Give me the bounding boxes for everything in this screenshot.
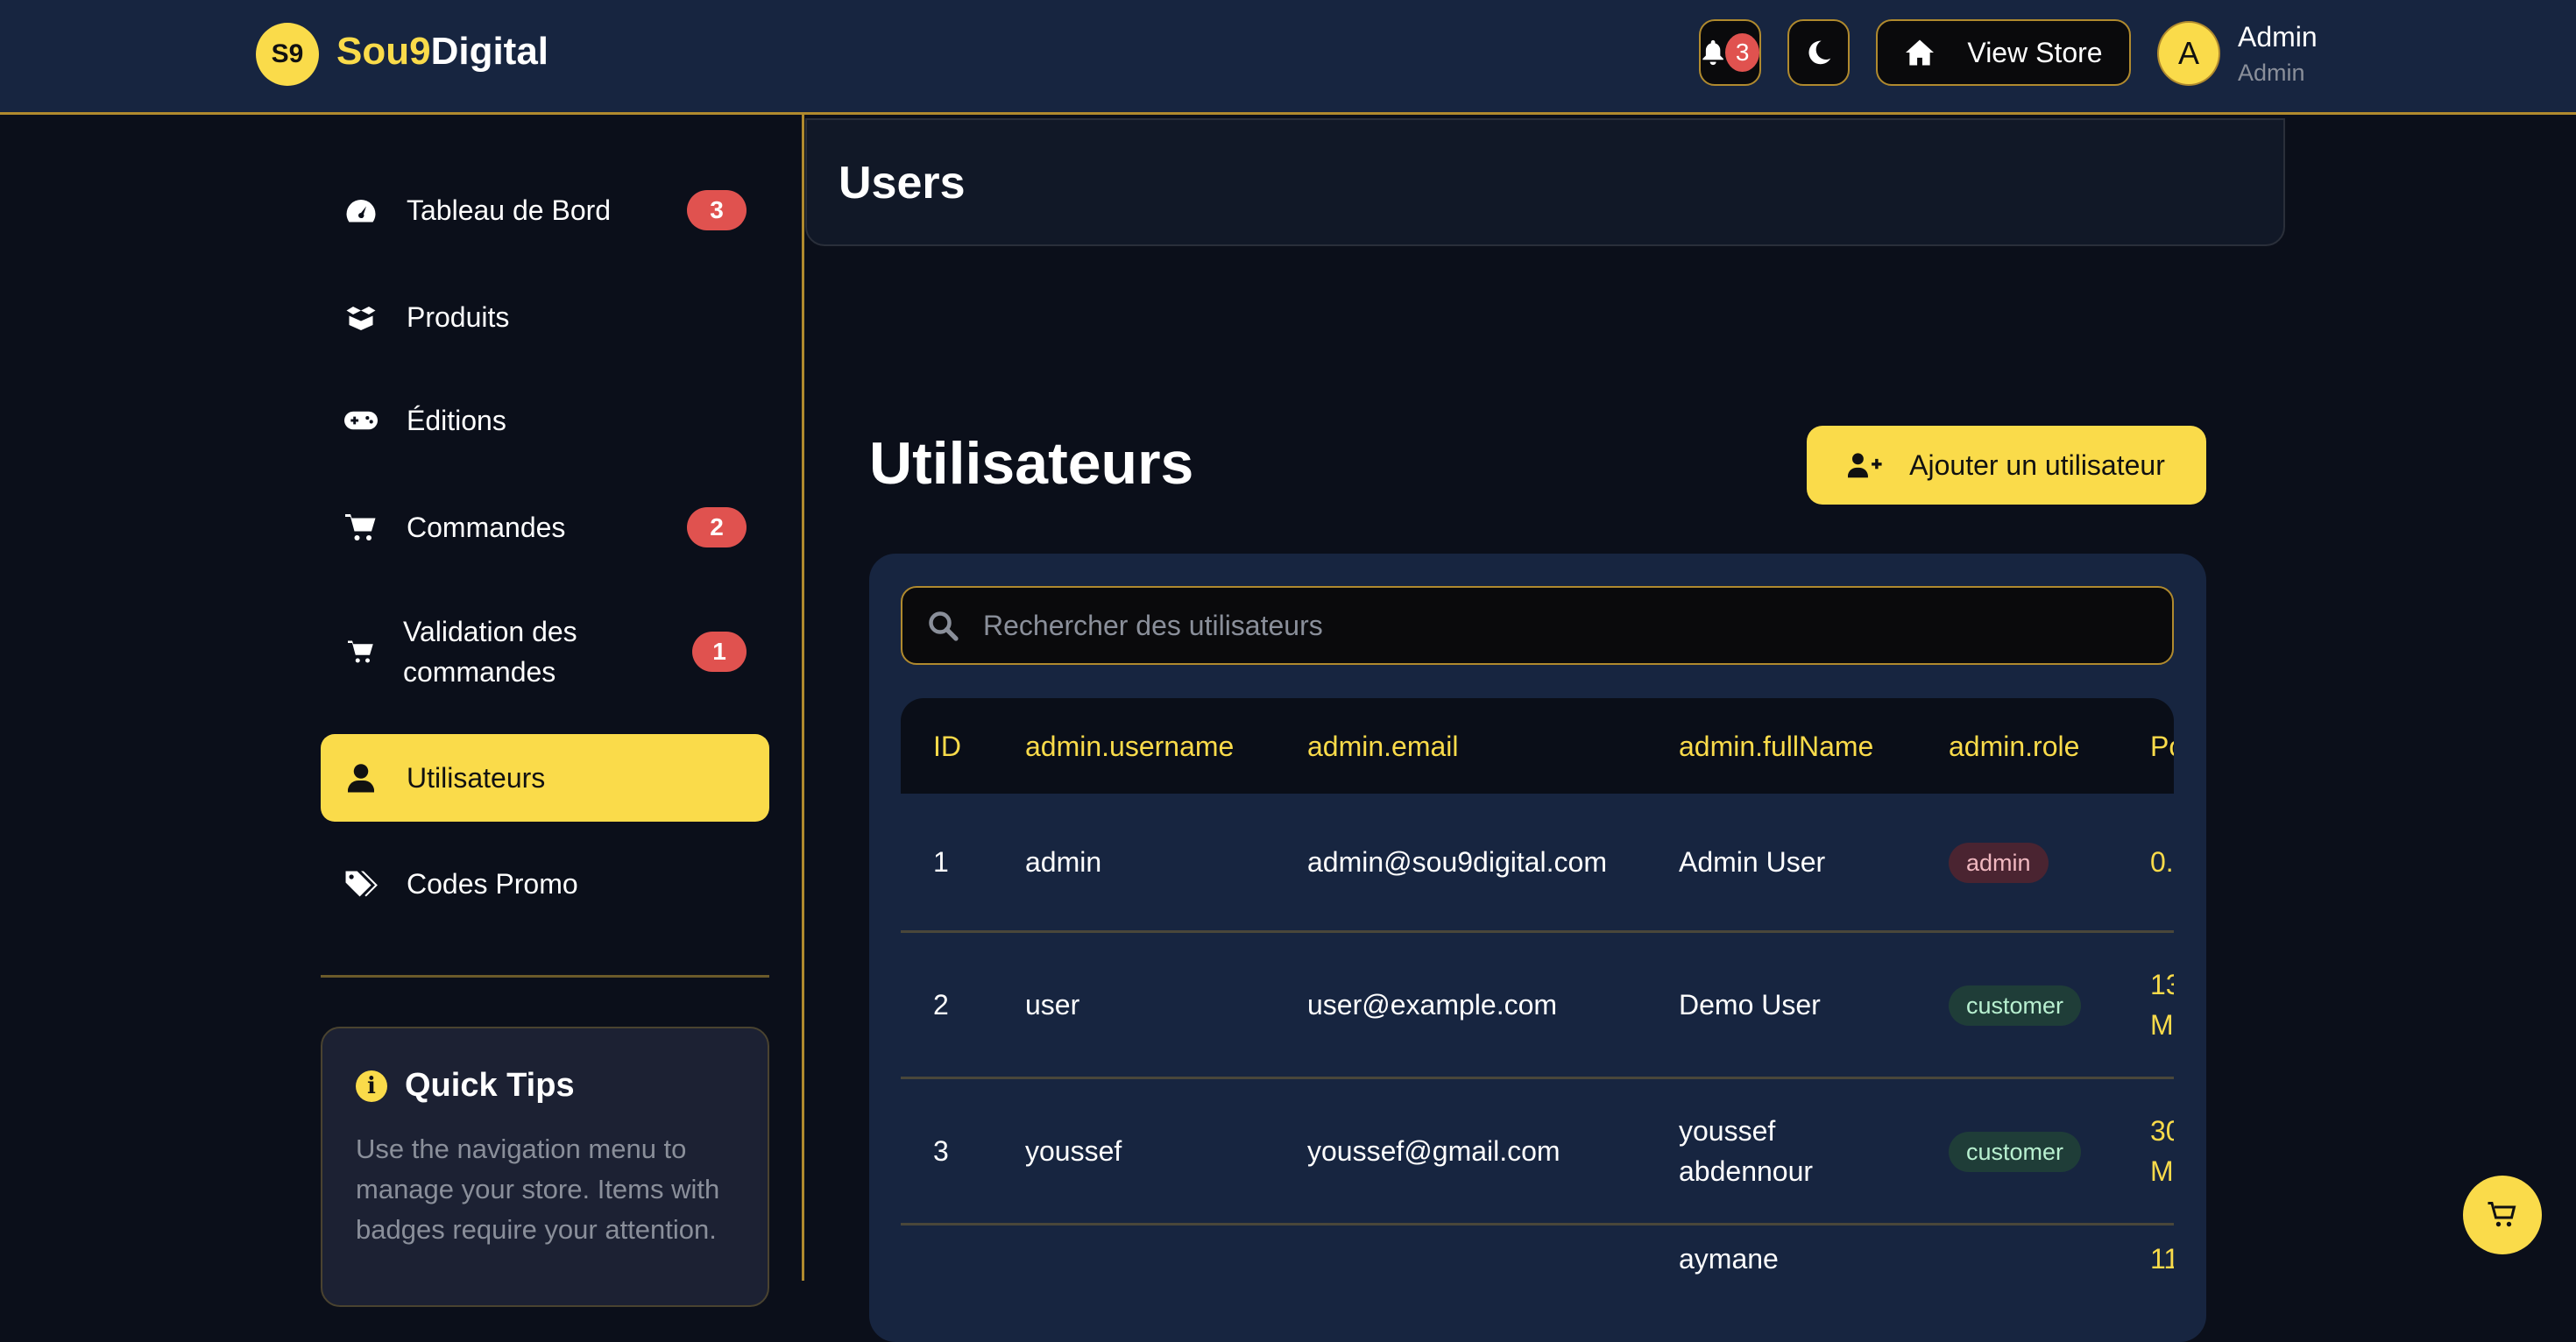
user-role: Admin: [2238, 60, 2305, 86]
gauge-icon: [343, 193, 379, 228]
page-header-card: Users: [805, 118, 2285, 246]
table-row: 2 user user@example.com Demo User custom…: [901, 933, 2174, 1079]
info-icon: i: [356, 1070, 387, 1102]
cell-email: youssef@gmail.com: [1307, 1135, 1560, 1167]
notifications-button[interactable]: 3: [1699, 19, 1761, 86]
table-row: 1 admin admin@sou9digital.com Admin User…: [901, 794, 2174, 933]
gamepad-icon: [343, 403, 379, 438]
table-row: 3 youssef youssef@gmail.com youssef abde…: [901, 1079, 2174, 1225]
page-header-title: Users: [839, 158, 966, 208]
cell-fullname: Admin User: [1679, 846, 1826, 878]
sidebar-item-label: Tableau de Bord: [407, 194, 612, 226]
sidebar-item-codes-promo[interactable]: Codes Promo: [321, 842, 769, 926]
sidebar-item-tableau-de-bord[interactable]: Tableau de Bord 3: [321, 168, 769, 252]
cell-username: user: [1025, 989, 1080, 1021]
sidebar-item-utilisateurs[interactable]: Utilisateurs: [321, 734, 769, 822]
sidebar-divider: [802, 115, 804, 1281]
cart-check-icon: [343, 634, 379, 669]
column-header-email[interactable]: admin.email: [1307, 726, 1459, 766]
page-title: Utilisateurs: [869, 430, 1194, 497]
search-input[interactable]: Rechercher des utilisateurs: [901, 586, 2174, 665]
sidebar-item-label: Codes Promo: [407, 867, 578, 900]
sidebar-item-label: Utilisateurs: [407, 761, 546, 794]
column-header-username[interactable]: admin.username: [1025, 726, 1234, 766]
brand-name-part2: Digital: [430, 30, 549, 73]
cart-icon: [2488, 1202, 2516, 1227]
column-header-id[interactable]: ID: [933, 726, 961, 766]
sidebar-item-label: Produits: [407, 300, 510, 333]
cell-id: 1: [933, 846, 949, 878]
sidebar-badge: 1: [692, 632, 747, 672]
moon-icon: [1808, 40, 1830, 65]
sidebar-item-produits[interactable]: Produits: [321, 275, 769, 359]
table-header: ID admin.username admin.email admin.full…: [901, 698, 2174, 794]
cell-email: user@example.com: [1307, 989, 1558, 1021]
logo-icon[interactable]: S9: [256, 23, 319, 86]
add-user-label: Ajouter un utilisateur: [1909, 449, 2165, 481]
cell-email: admin@sou9digital.com: [1307, 846, 1607, 878]
view-store-button[interactable]: View Store: [1876, 19, 2131, 86]
quick-tips-title: Quick Tips: [405, 1067, 575, 1104]
user-plus-icon: [1848, 453, 1882, 478]
cell-clipped: 0.: [2150, 846, 2174, 878]
search-placeholder: Rechercher des utilisateurs: [983, 609, 1323, 641]
tags-icon: [343, 866, 379, 901]
add-user-button[interactable]: Ajouter un utilisateur: [1807, 426, 2206, 505]
user-name: Admin: [2238, 21, 2318, 53]
quick-tips-card: i Quick Tips Use the navigation menu to …: [321, 1027, 769, 1307]
column-header-fullname[interactable]: admin.fullName: [1679, 726, 1873, 766]
sidebar-item-commandes[interactable]: Commandes 2: [321, 485, 769, 569]
box-open-icon: [343, 300, 379, 335]
cart-floating-button[interactable]: [2463, 1176, 2542, 1254]
quick-tips-text: Use the navigation menu to manage your s…: [356, 1134, 720, 1245]
cell-clipped: 11: [2150, 1243, 2174, 1275]
users-table: ID admin.username admin.email admin.full…: [901, 698, 2174, 1311]
table-row: aymane 11: [901, 1225, 2174, 1311]
cell-fullname: youssef abdennour: [1679, 1115, 1814, 1187]
user-icon: [343, 760, 379, 795]
sidebar-item-label: Validation des commandes: [403, 616, 577, 688]
role-badge: customer: [1949, 1132, 2082, 1172]
sidebar-item-validation-commandes[interactable]: Validation des commandes 1: [321, 610, 769, 694]
sidebar-item-label: Éditions: [407, 404, 506, 436]
cell-id: 3: [933, 1135, 949, 1167]
search-icon: [929, 611, 959, 641]
notification-badge: 3: [1725, 33, 1759, 72]
role-badge: admin: [1949, 843, 2049, 883]
brand-name[interactable]: Sou9Digital: [336, 30, 548, 74]
cart-icon: [343, 510, 379, 545]
sidebar-badge: 2: [687, 507, 747, 547]
sidebar-badge: 3: [687, 190, 747, 230]
cell-fullname: Demo User: [1679, 989, 1821, 1021]
sidebar-item-editions[interactable]: Éditions: [321, 378, 769, 463]
bell-icon: [1702, 39, 1723, 66]
quick-tips-header: i Quick Tips: [356, 1067, 734, 1105]
cell-username: admin: [1025, 846, 1102, 878]
theme-toggle-button[interactable]: [1787, 19, 1850, 86]
home-icon: [1906, 39, 1935, 66]
sidebar-separator: [321, 975, 769, 978]
column-header-role[interactable]: admin.role: [1949, 726, 2079, 766]
view-store-label: View Store: [1967, 36, 2103, 68]
avatar[interactable]: A: [2157, 21, 2220, 86]
sidebar-item-label: Commandes: [407, 511, 566, 543]
column-header-clipped[interactable]: Po: [2150, 726, 2174, 766]
cell-id: 2: [933, 989, 949, 1021]
brand-name-part1: Sou9: [336, 30, 431, 73]
cell-fullname: aymane: [1679, 1243, 1779, 1275]
cell-username: youssef: [1025, 1135, 1122, 1167]
role-badge: customer: [1949, 985, 2082, 1026]
cell-clipped: 13 M: [2150, 969, 2174, 1041]
top-header: S9 Sou9Digital 3 View Store A Admin Admi…: [0, 0, 2576, 115]
cell-clipped: 30 M: [2150, 1115, 2174, 1187]
